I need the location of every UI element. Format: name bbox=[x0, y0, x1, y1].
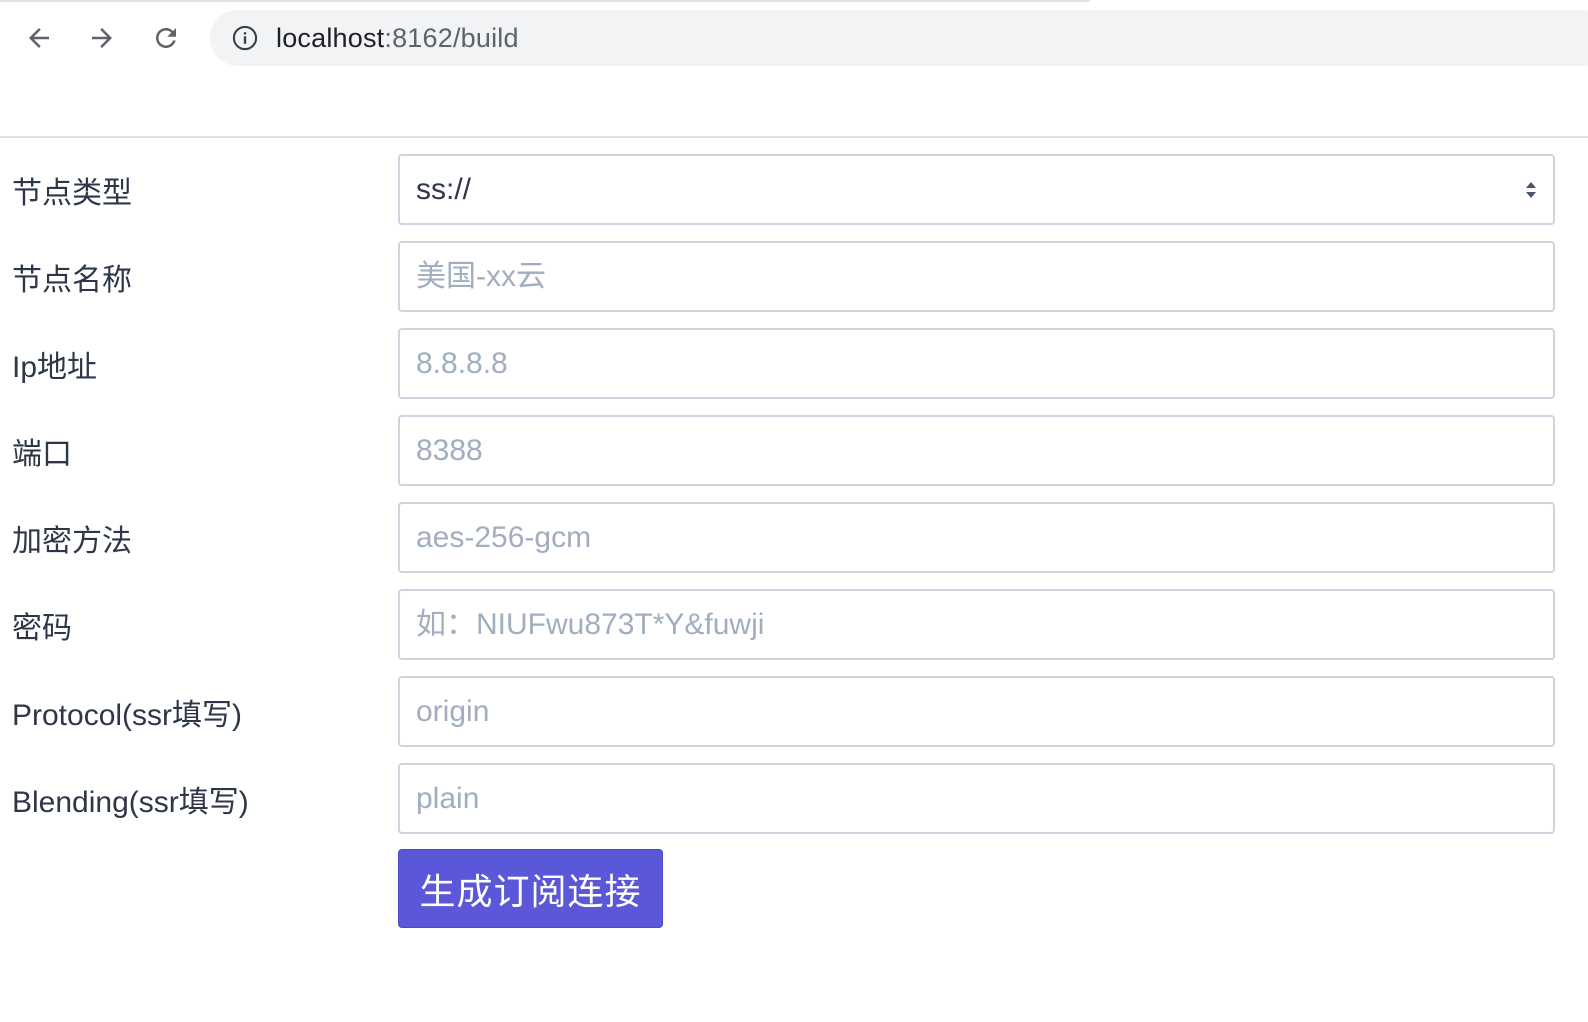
reload-icon bbox=[156, 28, 176, 48]
ip-input[interactable] bbox=[398, 328, 1555, 399]
ip-label: Ip地址 bbox=[12, 350, 98, 384]
form-row-port: 端口 bbox=[0, 415, 1588, 486]
address-bar[interactable]: localhost:8162/build bbox=[210, 10, 1588, 66]
method-input[interactable] bbox=[398, 502, 1555, 573]
tab-strip-edge bbox=[0, 0, 1090, 2]
url-path: :8162/build bbox=[384, 22, 519, 53]
port-label: 端口 bbox=[12, 437, 72, 471]
url-text: localhost:8162/build bbox=[276, 23, 519, 54]
url-host: localhost bbox=[276, 22, 385, 53]
arrow-left-icon bbox=[29, 28, 49, 48]
form-row-protocol: Protocol(ssr填写) bbox=[0, 676, 1588, 747]
back-button[interactable] bbox=[15, 14, 63, 62]
node-name-input[interactable] bbox=[398, 241, 1555, 312]
form-row-node-name: 节点名称 bbox=[0, 241, 1588, 312]
node-type-selected-value: ss:// bbox=[416, 172, 472, 206]
forward-button[interactable] bbox=[78, 14, 126, 62]
port-input[interactable] bbox=[398, 415, 1555, 486]
node-type-label: 节点类型 bbox=[12, 176, 132, 210]
password-label: 密码 bbox=[12, 611, 72, 645]
form-row-ip: Ip地址 bbox=[0, 328, 1588, 399]
blending-input[interactable] bbox=[398, 763, 1555, 834]
method-label: 加密方法 bbox=[12, 524, 132, 558]
info-icon[interactable] bbox=[230, 23, 260, 53]
select-arrows-icon bbox=[1526, 181, 1536, 198]
protocol-label: Protocol(ssr填写) bbox=[12, 698, 243, 732]
node-type-select[interactable]: ss:// bbox=[398, 154, 1555, 225]
generate-subscription-button[interactable]: 生成订阅连接 bbox=[398, 849, 663, 928]
password-input[interactable] bbox=[398, 589, 1555, 660]
arrow-right-icon bbox=[92, 28, 112, 48]
reload-button[interactable] bbox=[142, 14, 190, 62]
form-row-password: 密码 bbox=[0, 589, 1588, 660]
blending-label: Blending(ssr填写) bbox=[12, 785, 249, 819]
form-row-blending: Blending(ssr填写) bbox=[0, 763, 1588, 834]
node-name-label: 节点名称 bbox=[12, 263, 132, 297]
protocol-input[interactable] bbox=[398, 676, 1555, 747]
form-row-method: 加密方法 bbox=[0, 502, 1588, 573]
form-row-node-type: 节点类型 ss:// bbox=[0, 154, 1588, 225]
browser-toolbar: localhost:8162/build bbox=[0, 0, 1588, 138]
